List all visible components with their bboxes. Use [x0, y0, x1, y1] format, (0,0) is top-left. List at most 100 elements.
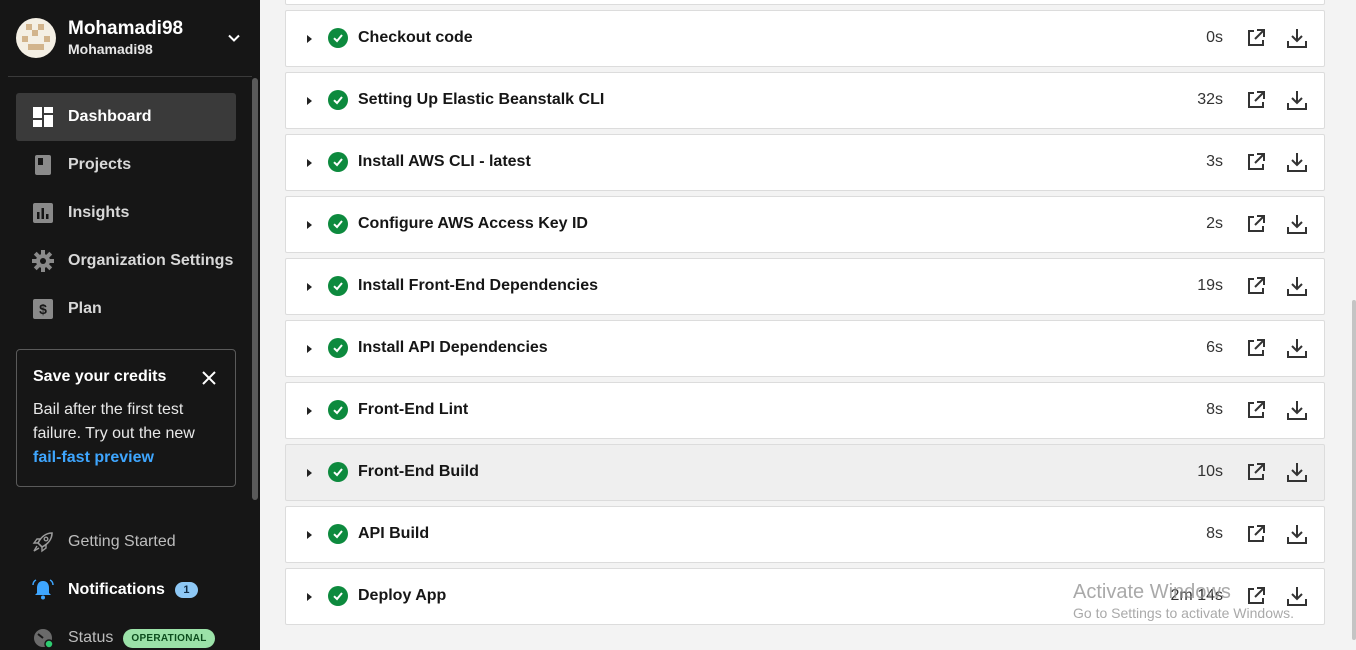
sidebar-item-label: Dashboard: [68, 108, 152, 125]
step-duration: 0s: [1206, 29, 1223, 46]
expand-caret-icon[interactable]: [307, 283, 312, 291]
sidebar-scrollbar[interactable]: [252, 78, 258, 500]
previous-step-row: [285, 0, 1325, 5]
sidebar-item-dashboard[interactable]: Dashboard: [16, 93, 236, 141]
step-label: Configure AWS Access Key ID: [358, 215, 588, 232]
dollar-icon: $: [32, 298, 54, 320]
open-external-icon[interactable]: [1246, 214, 1266, 234]
step-row[interactable]: Configure AWS Access Key ID 2s: [285, 196, 1325, 253]
open-external-icon[interactable]: [1246, 28, 1266, 48]
credits-title: Save your credits: [33, 368, 167, 385]
success-check-icon: [328, 90, 348, 110]
notification-count-badge: 1: [174, 582, 198, 598]
org-name: Mohamadi98: [68, 41, 153, 57]
step-row[interactable]: API Build 8s: [285, 506, 1325, 563]
step-label: Checkout code: [358, 29, 473, 46]
expand-caret-icon[interactable]: [307, 35, 312, 43]
steps-panel: Checkout code 0s Setting Up Elastic Beanst…: [260, 0, 1356, 650]
projects-icon: [32, 154, 54, 176]
watermark-title: Activate Windows: [1073, 581, 1231, 603]
open-external-icon[interactable]: [1246, 462, 1266, 482]
success-check-icon: [328, 152, 348, 172]
step-row[interactable]: Front-End Lint 8s: [285, 382, 1325, 439]
success-check-icon: [328, 400, 348, 420]
sidebar-item-label: Projects: [68, 156, 132, 173]
sidebar-item-insights[interactable]: Insights: [16, 189, 236, 237]
dashboard-icon: [32, 106, 54, 128]
expand-caret-icon[interactable]: [307, 531, 312, 539]
step-label: Install AWS CLI - latest: [358, 153, 531, 170]
open-external-icon[interactable]: [1246, 400, 1266, 420]
bell-icon: [32, 579, 54, 601]
download-icon[interactable]: [1286, 337, 1308, 359]
status-gauge-icon: [32, 627, 54, 649]
step-row[interactable]: Checkout code 0s: [285, 10, 1325, 67]
step-row[interactable]: Install API Dependencies 6s: [285, 320, 1325, 377]
step-duration: 2s: [1206, 215, 1223, 232]
fail-fast-preview-link[interactable]: fail-fast preview: [33, 446, 219, 470]
download-icon[interactable]: [1286, 399, 1308, 421]
svg-text:$: $: [39, 301, 47, 317]
step-label: Install API Dependencies: [358, 339, 548, 356]
step-label: Front-End Lint: [358, 401, 469, 418]
getting-started-label: Getting Started: [68, 533, 176, 550]
expand-caret-icon[interactable]: [307, 97, 312, 105]
success-check-icon: [328, 276, 348, 296]
expand-caret-icon[interactable]: [307, 469, 312, 477]
step-label: Deploy App: [358, 587, 447, 604]
success-check-icon: [328, 462, 348, 482]
status-badge: OPERATIONAL: [123, 628, 215, 648]
step-duration: 19s: [1197, 277, 1223, 294]
sidebar: Mohamadi98 Mohamadi98 Dashboard Projects…: [0, 0, 260, 650]
success-check-icon: [328, 338, 348, 358]
status-link[interactable]: Status OPERATIONAL: [32, 623, 215, 650]
step-row[interactable]: Setting Up Elastic Beanstalk CLI 32s: [285, 72, 1325, 129]
step-row[interactable]: Front-End Build 10s: [285, 444, 1325, 501]
step-label: Front-End Build: [358, 463, 479, 480]
step-row[interactable]: Install AWS CLI - latest 3s: [285, 134, 1325, 191]
activate-windows-watermark: Activate Windows Go to Settings to activ…: [1073, 580, 1294, 622]
expand-caret-icon[interactable]: [307, 159, 312, 167]
success-check-icon: [328, 586, 348, 606]
open-external-icon[interactable]: [1246, 152, 1266, 172]
expand-caret-icon[interactable]: [307, 221, 312, 229]
open-external-icon[interactable]: [1246, 524, 1266, 544]
download-icon[interactable]: [1286, 27, 1308, 49]
sidebar-item-organization-settings[interactable]: Organization Settings: [16, 237, 236, 285]
user-menu[interactable]: Mohamadi98 Mohamadi98: [16, 16, 252, 60]
getting-started-link[interactable]: Getting Started: [32, 527, 176, 557]
user-name: Mohamadi98: [68, 18, 184, 39]
success-check-icon: [328, 214, 348, 234]
download-icon[interactable]: [1286, 151, 1308, 173]
expand-caret-icon[interactable]: [307, 345, 312, 353]
step-label: API Build: [358, 525, 430, 542]
expand-caret-icon[interactable]: [307, 407, 312, 415]
download-icon[interactable]: [1286, 275, 1308, 297]
open-external-icon[interactable]: [1246, 338, 1266, 358]
rocket-icon: [32, 531, 54, 553]
close-icon[interactable]: [201, 370, 217, 386]
sidebar-item-projects[interactable]: Projects: [16, 141, 236, 189]
watermark-subtitle: Go to Settings to activate Windows.: [1073, 605, 1294, 621]
download-icon[interactable]: [1286, 89, 1308, 111]
main-scrollbar[interactable]: [1352, 300, 1356, 640]
step-duration: 10s: [1197, 463, 1223, 480]
notifications-label: Notifications: [68, 581, 165, 598]
success-check-icon: [328, 28, 348, 48]
sidebar-item-label: Insights: [68, 204, 130, 221]
step-row[interactable]: Install Front-End Dependencies 19s: [285, 258, 1325, 315]
notifications-link[interactable]: Notifications 1: [32, 575, 198, 605]
insights-icon: [32, 202, 54, 224]
open-external-icon[interactable]: [1246, 276, 1266, 296]
status-label: Status: [68, 629, 114, 646]
sidebar-item-plan[interactable]: $ Plan: [16, 285, 236, 333]
download-icon[interactable]: [1286, 523, 1308, 545]
step-duration: 3s: [1206, 153, 1223, 170]
download-icon[interactable]: [1286, 213, 1308, 235]
expand-caret-icon[interactable]: [307, 593, 312, 601]
open-external-icon[interactable]: [1246, 90, 1266, 110]
chevron-down-icon[interactable]: [224, 28, 244, 48]
save-credits-card: Save your credits Bail after the first t…: [16, 349, 236, 487]
step-duration: 32s: [1197, 91, 1223, 108]
download-icon[interactable]: [1286, 461, 1308, 483]
